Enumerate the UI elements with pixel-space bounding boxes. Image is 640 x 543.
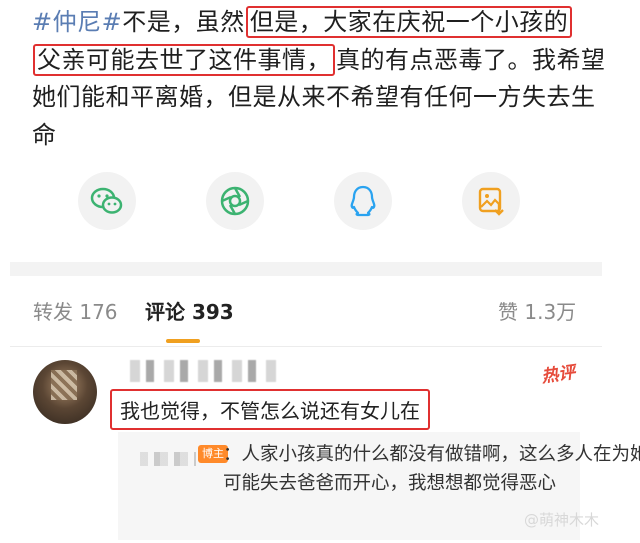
share-qq-button[interactable] — [334, 172, 392, 230]
post-text-before: 不是，虽然 — [122, 8, 245, 36]
section-divider — [10, 262, 602, 276]
highlight-box-2: 父亲可能去世了这件事情， — [33, 43, 335, 76]
reply-text: ：人家小孩真的什么都没有做错啊，这么多人在为她可能失去爸爸而开心，我想想都觉得恶… — [223, 444, 640, 494]
tab-like[interactable]: 赞 1.3万 — [498, 296, 576, 325]
share-moments-button[interactable] — [206, 172, 264, 230]
wechat-icon — [90, 187, 123, 214]
post-topic-link[interactable]: #仲尼# — [32, 8, 122, 36]
share-row — [0, 160, 640, 250]
save-image-icon — [478, 187, 504, 216]
reply-box[interactable]: 博主 ：人家小孩真的什么都没有做错啊，这么多人在为她可能失去爸爸而开心，我想想都… — [118, 432, 640, 540]
tab-repost[interactable]: 转发 176 — [33, 296, 118, 325]
active-tab-indicator — [166, 339, 200, 343]
tabs-divider — [10, 346, 602, 347]
tab-comment[interactable]: 评论 393 — [145, 296, 234, 325]
highlight-box-1: 但是，大家在庆祝一个小孩的 — [245, 6, 573, 38]
share-wechat-button[interactable] — [78, 172, 136, 230]
moments-icon — [220, 186, 250, 216]
save-image-button[interactable] — [462, 172, 520, 230]
watermark: @萌神木木 — [524, 511, 600, 529]
hot-comment-badge: 热评 — [540, 362, 577, 388]
avatar[interactable] — [33, 360, 97, 424]
stats-row: 转发 176 评论 393 赞 1.3万 — [0, 290, 640, 330]
username-blurred — [130, 360, 280, 382]
post-text: #仲尼#不是，虽然 但是，大家在庆祝一个小孩的 父亲可能去世了这件事情， 真的有点恶毒… — [32, 4, 612, 154]
comment-text: 我也觉得，不管怎么说还有女儿在 — [110, 389, 430, 430]
qq-icon — [350, 185, 376, 217]
